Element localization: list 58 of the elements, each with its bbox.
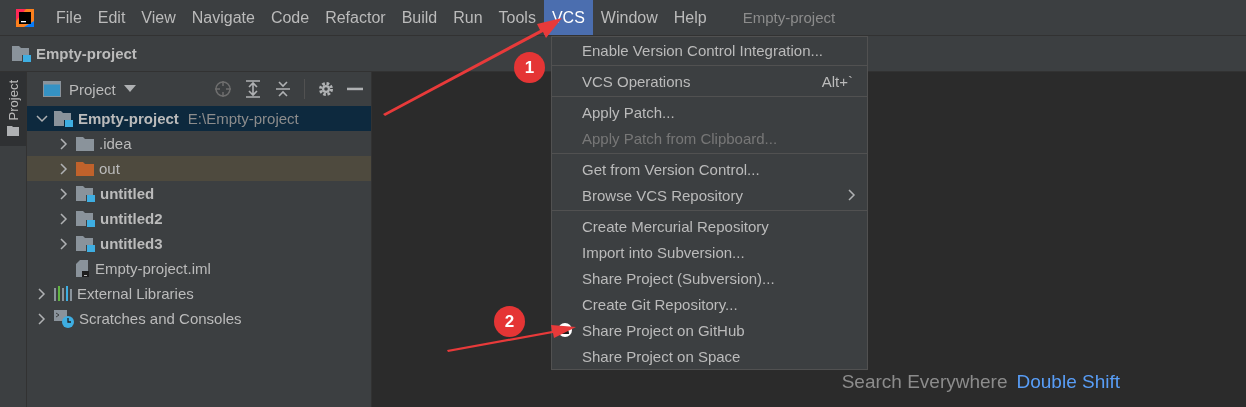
step-badge: 2	[494, 306, 525, 337]
tree-item[interactable]: untitled	[27, 181, 371, 206]
editor-hint: Search Everywhere	[841, 371, 1008, 393]
folder-icon	[76, 136, 94, 151]
menu-item[interactable]: View	[133, 0, 184, 35]
menu-item[interactable]: Tools	[490, 0, 544, 35]
tree-item[interactable]: out	[27, 156, 371, 181]
menu-item[interactable]: VCS Operations Alt+`	[552, 68, 867, 94]
scratches-icon	[54, 309, 74, 328]
path-label: E:\Empty-project	[187, 110, 299, 127]
window-title: Empty-project	[742, 8, 836, 28]
tool-window-tab[interactable]: Project	[0, 72, 26, 147]
settings-icon[interactable]	[317, 80, 335, 98]
menu-item[interactable]: Help	[665, 0, 715, 35]
window-icon	[43, 81, 61, 97]
menu-item[interactable]: Share Project on Space	[552, 343, 867, 369]
tree-item[interactable]: Empty-project.iml	[27, 256, 371, 281]
menu-item[interactable]: Run	[445, 0, 491, 35]
menu-item[interactable]: Build	[393, 0, 446, 35]
panel-title[interactable]: Project	[69, 80, 116, 98]
step-badge: 1	[514, 52, 545, 83]
menu-item[interactable]: Edit	[89, 0, 134, 35]
menu-item[interactable]: Get from Version Control...	[552, 156, 867, 182]
module-folder-icon	[54, 110, 73, 127]
expand-all-icon[interactable]	[244, 80, 262, 98]
minimize-icon[interactable]	[347, 87, 363, 91]
module-folder-icon	[76, 210, 95, 227]
menu-item[interactable]: Browse VCS Repository	[552, 182, 867, 208]
tree-item[interactable]: Empty-project E:\Empty-project	[27, 106, 371, 131]
shortcut-label: Alt+`	[821, 72, 854, 90]
menu-item[interactable]: Code	[262, 0, 318, 35]
menu-item[interactable]: Import into Subversion...	[552, 239, 867, 265]
menu-item[interactable]: Refactor	[317, 0, 394, 35]
menu-item[interactable]: Window	[592, 0, 666, 35]
breadcrumb[interactable]: Empty-project	[36, 45, 137, 62]
file-icon	[76, 260, 90, 277]
libraries-icon	[54, 286, 72, 301]
menu-item[interactable]: File	[48, 0, 90, 35]
tree-item[interactable]: untitled3	[27, 231, 371, 256]
menu-item[interactable]: Share Project (Subversion)...	[552, 265, 867, 291]
menu-item[interactable]: Apply Patch...	[552, 99, 867, 125]
collapse-all-icon[interactable]	[274, 80, 292, 98]
tree-item[interactable]: untitled2	[27, 206, 371, 231]
menu-item[interactable]: Create Mercurial Repository	[552, 213, 867, 239]
dropdown-caret-icon[interactable]	[123, 85, 136, 93]
tree-item[interactable]: .idea	[27, 131, 371, 156]
app-logo-icon[interactable]	[14, 7, 36, 29]
module-folder-icon	[76, 185, 95, 202]
module-folder-icon	[12, 45, 31, 62]
shortcut-hint: Double Shift	[1016, 371, 1120, 393]
folder-icon	[7, 126, 19, 137]
tree-item[interactable]: External Libraries	[27, 281, 371, 306]
menu-item[interactable]: Enable Version Control Integration...	[552, 37, 867, 63]
folder-icon	[76, 161, 94, 176]
menu-item[interactable]: Navigate	[183, 0, 263, 35]
menu-item[interactable]: Create Git Repository...	[552, 291, 867, 317]
module-folder-icon	[76, 235, 95, 252]
tree-item[interactable]: Scratches and Consoles	[27, 306, 371, 331]
